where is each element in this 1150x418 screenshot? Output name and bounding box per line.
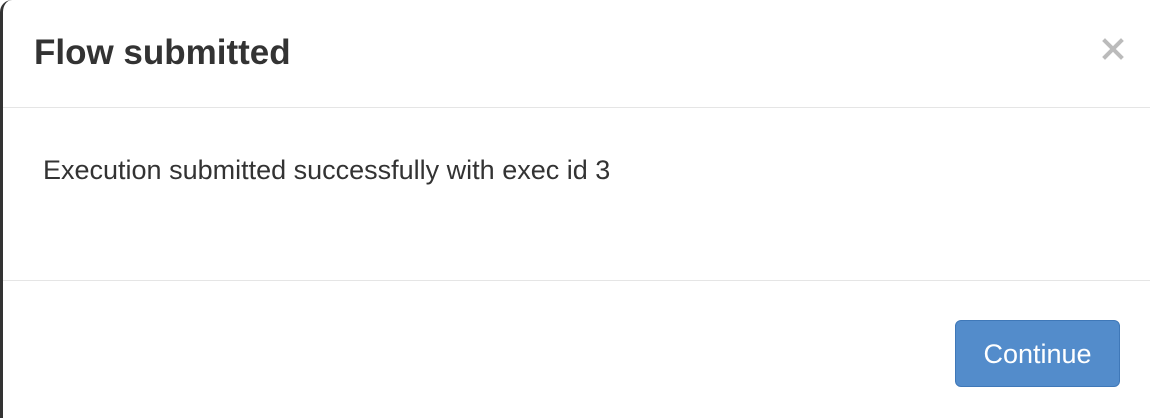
flow-submitted-dialog: Flow submitted Execution submitted succe…	[0, 0, 1150, 418]
dialog-body: Execution submitted successfully with ex…	[3, 108, 1150, 281]
execution-message: Execution submitted successfully with ex…	[43, 155, 611, 185]
dialog-footer: Continue	[3, 281, 1150, 418]
close-button[interactable]	[1096, 30, 1130, 68]
close-icon	[1102, 38, 1124, 60]
continue-button[interactable]: Continue	[955, 320, 1120, 387]
dialog-header: Flow submitted	[3, 0, 1150, 108]
dialog-title: Flow submitted	[34, 33, 291, 72]
